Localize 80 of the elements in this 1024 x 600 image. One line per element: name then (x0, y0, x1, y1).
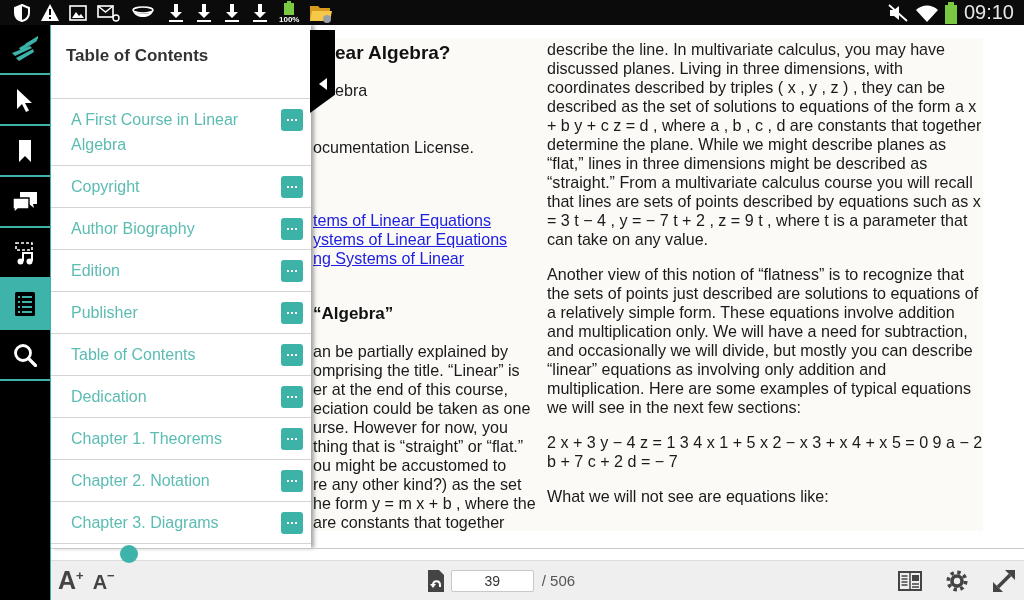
more-button[interactable] (281, 218, 303, 240)
download-icon (197, 3, 211, 22)
font-decrease-button[interactable]: A$^{−}$ (92, 569, 115, 592)
paragraph-line: er at the end of this course, (313, 380, 509, 398)
chapter-link[interactable]: ystems of Linear Equations (313, 230, 508, 248)
contents-entry[interactable]: Dedication (71, 384, 281, 409)
more-button[interactable] (281, 512, 303, 534)
logo-icon (11, 36, 39, 62)
two-page-icon (898, 570, 922, 591)
more-button[interactable] (281, 344, 303, 366)
clock-time: 09:10 (963, 0, 1014, 25)
paragraph-line: an be partially explained by (313, 342, 509, 360)
music-notes-icon (14, 240, 36, 265)
chapter-link[interactable]: ng Systems of Linear (313, 249, 465, 267)
paragraph-line: ou might be accustomed to (313, 456, 507, 474)
more-button[interactable] (281, 470, 303, 492)
download-icon (169, 3, 183, 22)
more-button[interactable] (281, 386, 303, 408)
image-icon (69, 4, 87, 21)
section-heading: ear Algebra? (335, 42, 451, 63)
bookmark-icon (19, 139, 31, 162)
contents-entry[interactable]: Edition (71, 258, 281, 283)
paragraph-line: are constants that together (313, 513, 505, 531)
paragraph-line: re any other kind?) as the set (313, 475, 522, 493)
return-button[interactable] (427, 569, 444, 592)
contents-entry[interactable]: Chapter 3. Diagrams (71, 510, 281, 535)
paragraph-line: thing that is “straight” or “flat.” (313, 437, 524, 455)
font-increase-button[interactable]: A$^{+}$ (58, 568, 84, 593)
slider-thumb[interactable] (119, 545, 138, 563)
wifi-icon (915, 3, 938, 22)
sidebar-button[interactable] (0, 279, 50, 330)
page-number-field[interactable]: 39 (450, 569, 534, 592)
page-arrow-icon (427, 569, 444, 592)
battery-percent: 100% (279, 15, 300, 24)
chapter-link[interactable]: tems of Linear Equations (313, 211, 492, 229)
page-total: / 506 (541, 572, 576, 589)
contents-entry[interactable]: Chapter 1. Theorems (71, 426, 281, 451)
paragraph-line: ebra (335, 81, 368, 99)
panel-title: Table of Contents (66, 46, 209, 65)
paragraph: describe the line. In multivariate calculus, you may have discussed planes. Living in three dimensions, with coordinates described by triples ( x , y , z ) , they can be described as the set of solutions to equations of the form a x + b y + c z = d , where a , b , c , d are constants that together determine the plane. While we might describe planes as “flat,” lines in three dimensions might be described as “straight.” From a multivariate calculus course you will recall that lines are sets of points described by equations such as x = 3 t − 4 , y = − 7 t + 2 , z = 9 t , where t is a parameter that can take on any value. (547, 40, 983, 249)
battery-icon (944, 1, 957, 24)
more-button[interactable] (281, 302, 303, 324)
download-icon (225, 3, 239, 22)
download-icon (253, 3, 267, 22)
fullscreen-button[interactable] (992, 568, 1016, 593)
paragraph-line: urse. However for now, you (313, 418, 508, 436)
contents-entry[interactable]: Publisher (71, 300, 281, 325)
contents-entry[interactable]: Table of Contents (71, 342, 281, 367)
bowl-icon (131, 5, 155, 20)
paragraph: Another view of this notion of “flatness” is to recognize that the sets of points just described are solutions to equations of a relatively simple form. These equations involve addition and multiplication only. We will have a need for subtraction, and occasionally we will divide, but mostly you can describe “linear” equations as involving only addition and multiplication. Here are some examples of typical equations we will see in the next few sections: (547, 265, 980, 417)
more-button[interactable] (281, 260, 303, 282)
expand-icon (992, 568, 1016, 593)
shield-icon (13, 3, 31, 22)
chat-bubbles-icon (12, 190, 38, 213)
two-page-view-button[interactable] (898, 570, 922, 591)
list-icon (15, 291, 35, 316)
more-button[interactable] (281, 428, 303, 450)
pointer-icon (16, 87, 34, 112)
page-slider[interactable] (51, 545, 1024, 563)
more-button[interactable] (281, 176, 303, 198)
warning-icon (41, 4, 59, 21)
paragraph-line: omprising the title. “Linear” is (313, 361, 520, 379)
paragraph-line: he form y = m x + b , where the (313, 494, 536, 512)
settings-icon (946, 569, 968, 592)
contents-entry[interactable]: Author Biography (71, 216, 281, 241)
paragraph-line: ocumentation License. (313, 138, 475, 156)
battery-icon (284, 1, 295, 15)
subsection-heading: “Algebra” (313, 304, 394, 323)
mute-icon (887, 3, 908, 22)
contents-entry[interactable]: Copyright (71, 174, 281, 199)
search-icon (13, 342, 37, 367)
contents-entry[interactable]: A First Course in Linear Algebra (71, 107, 281, 157)
paragraph-line: eciation could be taken as one (313, 399, 531, 417)
paragraph: What we will not see are equations like: (547, 487, 830, 506)
caret-icon (319, 78, 327, 90)
mail-icon (97, 3, 121, 22)
paragraph: 2 x + 3 y − 4 z = 1 3 4 x 1 + 5 x 2 − x 3 + x 4 + x 5 = 0 9 a − 2 b + 7 c + 2 d = − 7 (547, 433, 983, 471)
more-button[interactable] (281, 109, 303, 131)
settings-button[interactable] (946, 569, 968, 592)
contents-entry[interactable]: Chapter 2. Notation (71, 468, 281, 493)
